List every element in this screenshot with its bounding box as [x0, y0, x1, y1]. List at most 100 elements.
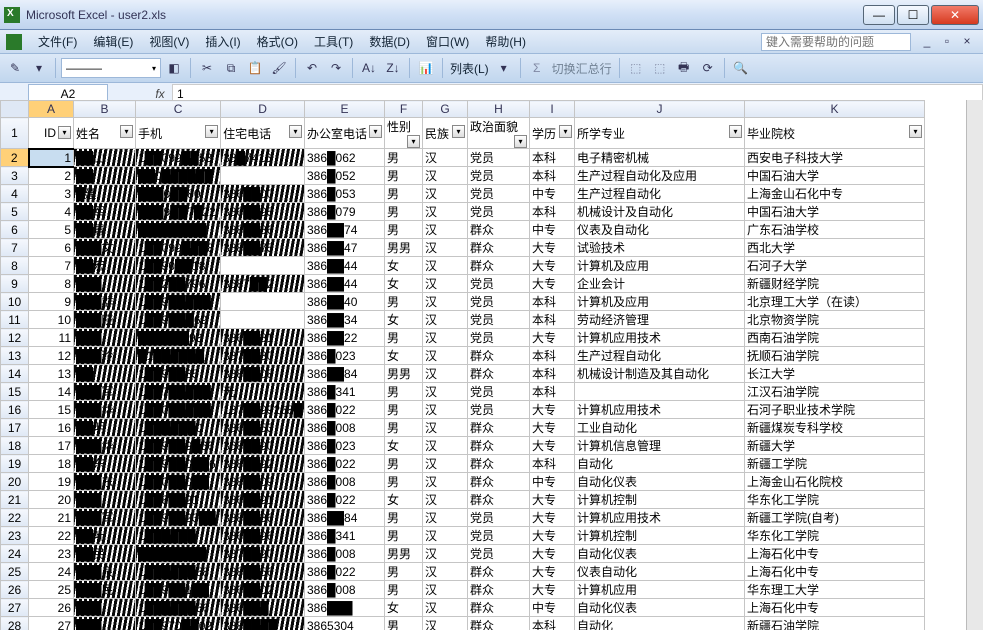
cell[interactable]: 本科 [530, 455, 575, 473]
cell[interactable]: 大专 [530, 401, 575, 419]
color-icon[interactable]: ◧ [163, 57, 185, 79]
select-all-corner[interactable] [1, 101, 29, 118]
cell[interactable]: 387██20 [221, 545, 305, 563]
cell[interactable]: 大专 [530, 527, 575, 545]
cell[interactable]: 汉 [423, 365, 468, 383]
cut-icon[interactable]: ✂ [196, 57, 218, 79]
cell[interactable]: 群众 [468, 257, 530, 275]
cell[interactable]: 7 [29, 257, 74, 275]
minimize-button[interactable]: — [863, 5, 895, 25]
cell[interactable]: 386██02 [221, 581, 305, 599]
filter-cell[interactable]: 政治面貌▾ [468, 118, 530, 149]
cell[interactable]: 15 [29, 401, 74, 419]
cell[interactable]: 男 [385, 149, 423, 167]
cell[interactable]: 汉 [423, 257, 468, 275]
cell[interactable]: 386█022 [305, 455, 385, 473]
zoom-icon[interactable]: 🔍 [730, 57, 752, 79]
cell[interactable]: 386██00 [221, 185, 305, 203]
fx-icon[interactable]: fx [148, 87, 172, 101]
cell[interactable]: ██████93 [136, 329, 221, 347]
cell[interactable]: ███民 [74, 581, 136, 599]
cell[interactable]: 388████ [221, 617, 305, 630]
cell[interactable]: 汉 [423, 527, 468, 545]
row-header[interactable]: 3 [1, 167, 29, 185]
cell[interactable]: 新疆大学 [745, 437, 925, 455]
cell[interactable]: ███军 [74, 509, 136, 527]
cell[interactable]: 抚顺石油学院 [745, 347, 925, 365]
cell[interactable]: 汉 [423, 293, 468, 311]
filter-dropdown-icon[interactable]: ▾ [289, 125, 302, 138]
filter-dropdown-icon[interactable]: ▾ [407, 135, 420, 148]
cell[interactable] [221, 167, 305, 185]
cell[interactable]: 38█7416 [221, 149, 305, 167]
spreadsheet-grid[interactable]: A B C D E F G H I J K 1ID▾姓名▾手机▾住宅电话▾办公室… [0, 100, 966, 630]
cell[interactable]: 上海石化中专 [745, 563, 925, 581]
cell[interactable]: ██ [74, 365, 136, 383]
cell[interactable]: 1██7█████ [136, 383, 221, 401]
filter-dropdown-icon[interactable]: ▾ [58, 126, 71, 139]
row-header[interactable]: 18 [1, 437, 29, 455]
cell[interactable]: 群众 [468, 419, 530, 437]
cell[interactable]: 自动化 [575, 455, 745, 473]
cell[interactable]: 1██9██85 [136, 365, 221, 383]
filter-dropdown-icon[interactable]: ▾ [909, 125, 922, 138]
cell[interactable]: 27 [29, 617, 74, 630]
cell[interactable]: 群众 [468, 365, 530, 383]
cell[interactable]: 计算机控制 [575, 527, 745, 545]
cell[interactable]: 2 [29, 167, 74, 185]
cell[interactable]: 大专 [530, 491, 575, 509]
cell[interactable]: 3 [29, 185, 74, 203]
cell[interactable]: 1██████58 [136, 563, 221, 581]
cell[interactable]: 上海石化中专 [745, 599, 925, 617]
row-header[interactable]: 20 [1, 473, 29, 491]
cell[interactable]: 17 [29, 437, 74, 455]
cell[interactable]: 1██████56 [136, 599, 221, 617]
cell[interactable]: 新疆财经学院 [745, 275, 925, 293]
sort-desc-icon[interactable]: Z↓ [382, 57, 404, 79]
cell[interactable]: 群众 [468, 239, 530, 257]
cell[interactable]: 386█008 [305, 545, 385, 563]
row-header[interactable]: 11 [1, 311, 29, 329]
cell[interactable]: 386██91 [221, 491, 305, 509]
cell[interactable]: 386██96 [221, 527, 305, 545]
sort-asc-icon[interactable]: A↓ [358, 57, 380, 79]
cell[interactable]: 386██74 [305, 221, 385, 239]
cell[interactable]: 计算机应用 [575, 581, 745, 599]
cell[interactable]: 工业自动化 [575, 419, 745, 437]
cell[interactable]: 西南石油学院 [745, 329, 925, 347]
cell[interactable]: 本科 [530, 365, 575, 383]
cell[interactable]: 中专 [530, 185, 575, 203]
cell[interactable]: 上海石化中专 [745, 545, 925, 563]
cell[interactable]: 汉 [423, 581, 468, 599]
cell[interactable]: 大专 [530, 419, 575, 437]
col-header-B[interactable]: B [74, 101, 136, 118]
cell[interactable]: 汉 [423, 437, 468, 455]
cell[interactable]: 386█053 [305, 185, 385, 203]
row-header[interactable]: 1 [1, 118, 29, 149]
cell[interactable]: 本科 [530, 167, 575, 185]
row-header[interactable]: 9 [1, 275, 29, 293]
cell[interactable]: 5 [29, 221, 74, 239]
cell[interactable]: ███ [74, 329, 136, 347]
cell[interactable]: 137██99268█ [221, 401, 305, 419]
cell[interactable]: ████████ [136, 545, 221, 563]
cell[interactable]: 386█341 [305, 527, 385, 545]
cell[interactable]: 党员 [468, 329, 530, 347]
cell[interactable]: 1██0█████ [136, 401, 221, 419]
cell[interactable]: 汉 [423, 419, 468, 437]
cell[interactable]: 1██9██9█66 [136, 437, 221, 455]
cell[interactable] [221, 311, 305, 329]
filter-dropdown-icon[interactable]: ▾ [205, 125, 218, 138]
row-header[interactable]: 5 [1, 203, 29, 221]
cell[interactable]: 386██47 [305, 239, 385, 257]
cell[interactable]: 男 [385, 581, 423, 599]
cell[interactable]: 本科 [530, 383, 575, 401]
mdi-minimize-button[interactable]: _ [919, 34, 935, 50]
cell[interactable]: 中专 [530, 221, 575, 239]
cell[interactable]: 试验技术 [575, 239, 745, 257]
cell[interactable]: 3865304 [305, 617, 385, 630]
row-header[interactable]: 4 [1, 185, 29, 203]
cell[interactable] [221, 257, 305, 275]
help-search-input[interactable] [761, 33, 911, 51]
cell[interactable]: 9 [29, 293, 74, 311]
